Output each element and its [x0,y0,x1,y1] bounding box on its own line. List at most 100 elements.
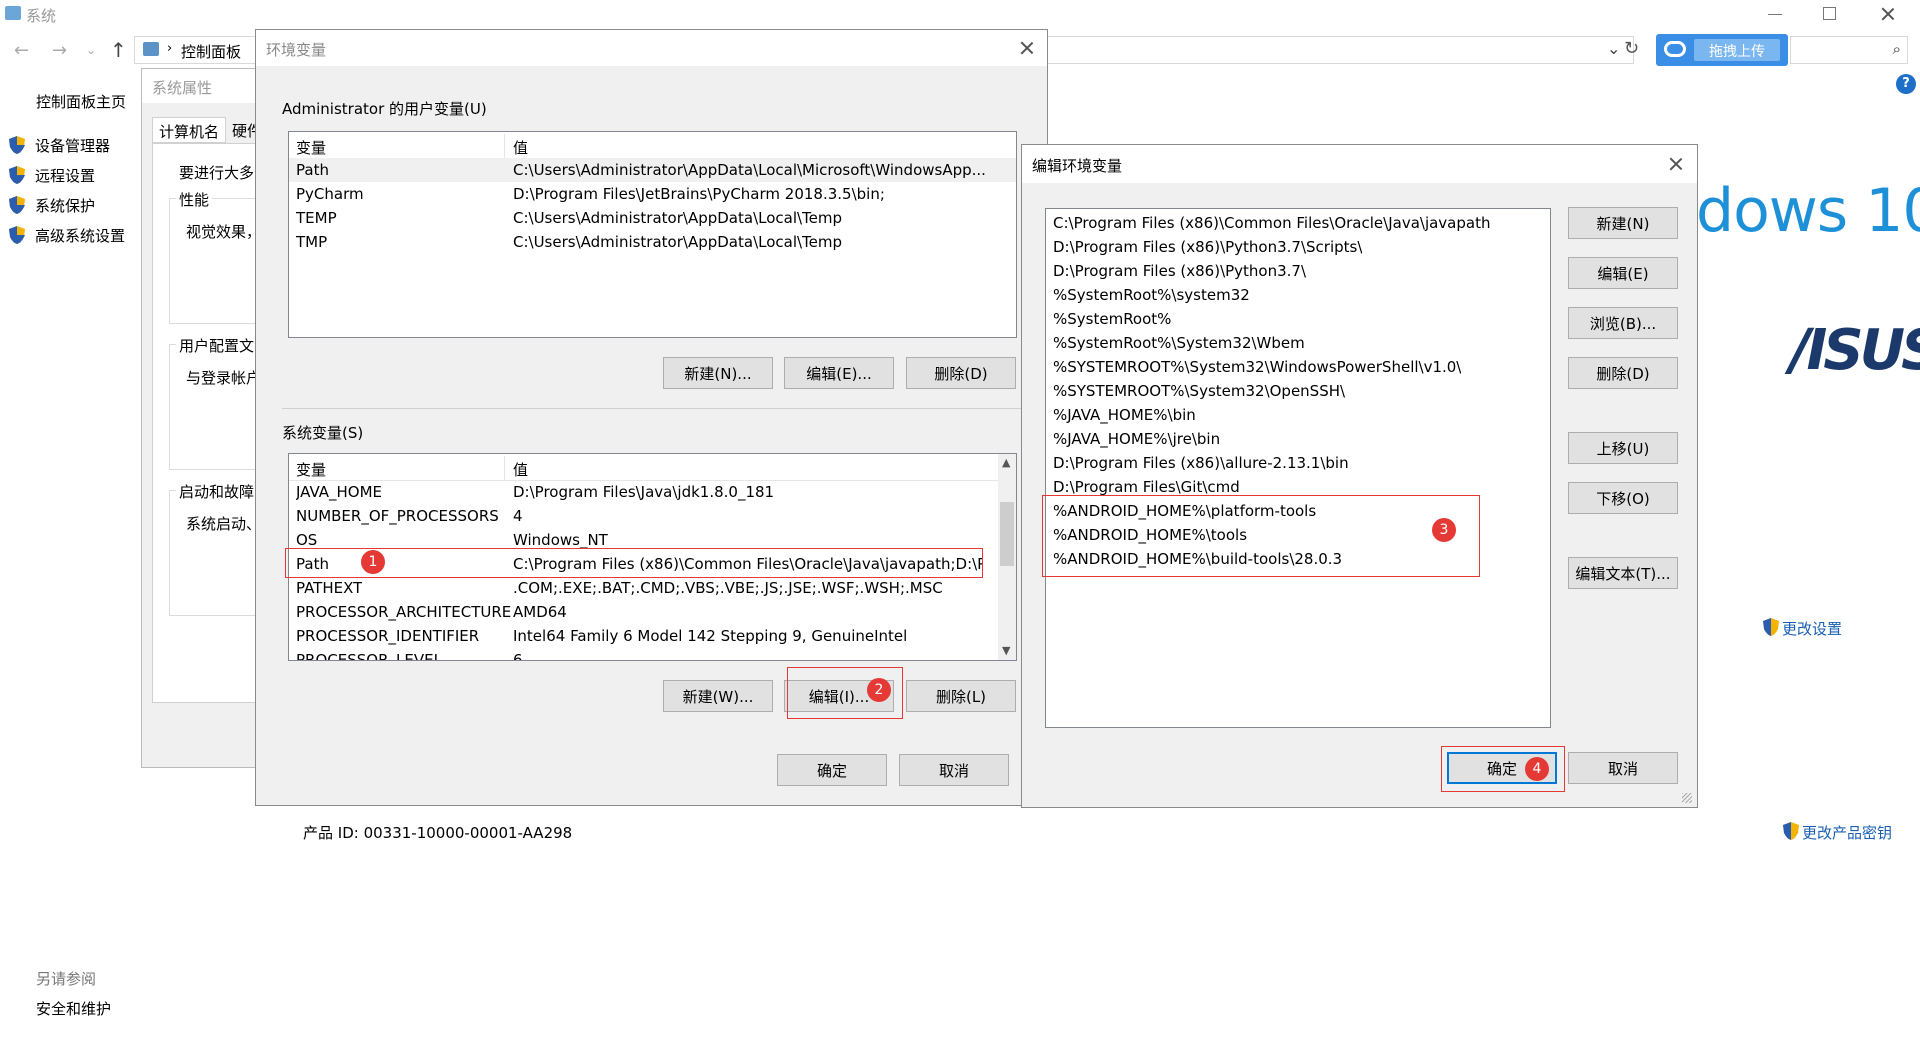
environment-variables-dialog: 环境变量 Administrator 的用户变量(U) 变量 值 Path C:… [255,29,1048,806]
table-row[interactable]: Path C:\Users\Administrator\AppData\Loca… [289,158,1016,182]
scroll-down-icon[interactable]: ▼ [1002,644,1010,657]
control-panel-home-link[interactable]: 控制面板主页 [36,91,126,112]
sidebar-label: 高级系统设置 [35,227,126,245]
var-name: PROCESSOR_IDENTIFIER [296,627,480,645]
editenv-new-button[interactable]: 新建(N) [1568,207,1678,239]
envvars-close-button[interactable] [1019,40,1035,56]
table-row[interactable]: NUMBER_OF_PROCESSORS 4 [289,504,1016,528]
close-window-button[interactable] [1880,6,1896,22]
refresh-icon[interactable]: ↻ [1624,38,1639,59]
col-header-val[interactable]: 值 [513,137,528,158]
list-item[interactable]: %SystemRoot% [1046,307,1550,331]
move-up-button[interactable]: 上移(U) [1568,432,1678,464]
var-name: TEMP [296,209,337,227]
envvars-cancel-button[interactable]: 取消 [899,754,1009,786]
user-delete-button[interactable]: 删除(D) [906,357,1016,389]
path-entry: %SYSTEMROOT%\System32\WindowsPowerShell\… [1053,358,1462,376]
sidebar-item-remote-settings[interactable]: 远程设置 [8,163,138,187]
move-down-button[interactable]: 下移(O) [1568,482,1678,514]
var-name: PROCESSOR_ARCHITECTURE [296,603,512,621]
list-item[interactable]: %SystemRoot%\System32\Wbem [1046,331,1550,355]
scroll-thumb[interactable] [1000,502,1014,566]
list-item[interactable]: C:\Program Files (x86)\Common Files\Orac… [1046,211,1550,235]
breadcrumb-control-panel[interactable]: 控制面板 [181,41,241,62]
sidebar-label: 系统保护 [35,197,96,215]
forward-arrow-icon[interactable]: → [52,40,67,61]
list-item[interactable]: %JAVA_HOME%\jre\bin [1046,427,1550,451]
list-item[interactable]: D:\Program Files (x86)\Python3.7\ [1046,259,1550,283]
help-icon[interactable]: ? [1896,74,1916,94]
shield-icon [9,136,25,154]
editenv-close-button[interactable] [1668,156,1684,172]
restore-button[interactable] [1823,7,1836,20]
change-settings-label: 更改设置 [1782,620,1843,638]
list-item[interactable]: D:\Program Files (x86)\Python3.7\Scripts… [1046,235,1550,259]
table-row[interactable]: PROCESSOR_LEVEL 6 [289,648,1016,660]
col-header-val[interactable]: 值 [513,459,528,480]
shield-icon [1763,618,1779,636]
path-entry: D:\Program Files (x86)\Python3.7\ [1053,262,1307,280]
edit-text-button[interactable]: 编辑文本(T)... [1568,557,1678,589]
address-dropdown-icon[interactable]: ⌄ [1607,39,1620,58]
list-item[interactable]: %JAVA_HOME%\bin [1046,403,1550,427]
col-header-var[interactable]: 变量 [296,137,326,158]
editenv-browse-button[interactable]: 浏览(B)... [1568,307,1678,339]
sys-new-button[interactable]: 新建(W)... [663,680,773,712]
path-entry: D:\Program Files (x86)\allure-2.13.1\bin [1053,454,1349,472]
performance-text: 视觉效果， [186,223,262,241]
sidebar-item-system-protection[interactable]: 系统保护 [8,193,138,217]
table-row[interactable]: PROCESSOR_IDENTIFIER Intel64 Family 6 Mo… [289,624,1016,648]
table-row[interactable]: JAVA_HOME D:\Program Files\Java\jdk1.8.0… [289,480,1016,504]
table-row[interactable]: PATHEXT .COM;.EXE;.BAT;.CMD;.VBS;.VBE;.J… [289,576,1016,600]
resize-grip-icon[interactable] [1682,793,1692,803]
scroll-up-icon[interactable]: ▲ [1002,456,1010,469]
table-row[interactable]: TMP C:\Users\Administrator\AppData\Local… [289,230,1016,254]
user-vars-list[interactable]: 变量 值 Path C:\Users\Administrator\AppData… [288,131,1017,338]
path-entry: D:\Program Files (x86)\Python3.7\Scripts… [1053,238,1363,256]
startup-label: 启动和故障 [176,481,258,502]
list-item[interactable]: %SYSTEMROOT%\System32\WindowsPowerShell\… [1046,355,1550,379]
sys-vars-scrollbar[interactable]: ▲ ▼ [998,454,1016,660]
upload-widget[interactable]: 拖拽上传 [1656,34,1788,66]
table-row[interactable]: TEMP C:\Users\Administrator\AppData\Loca… [289,206,1016,230]
sidebar-label: 设备管理器 [35,137,111,155]
sys-delete-button[interactable]: 删除(L) [906,680,1016,712]
user-new-button[interactable]: 新建(N)... [663,357,773,389]
table-row[interactable]: PROCESSOR_ARCHITECTURE AMD64 [289,600,1016,624]
list-item[interactable]: D:\Program Files (x86)\allure-2.13.1\bin [1046,451,1550,475]
envvars-ok-button[interactable]: 确定 [777,754,887,786]
var-value: Windows_NT [513,531,608,549]
change-settings-link[interactable]: 更改设置 [1762,616,1892,638]
col-header-var[interactable]: 变量 [296,459,326,480]
change-product-key-link[interactable]: 更改产品密钥 [1782,820,1920,842]
var-value: C:\Users\Administrator\AppData\Local\Tem… [513,233,843,251]
editenv-edit-button[interactable]: 编辑(E) [1568,257,1678,289]
startup-text: 系统启动、 [186,515,262,533]
intro-text: 要进行大多 [179,164,255,182]
list-item[interactable]: %SystemRoot%\system32 [1046,283,1550,307]
sys-vars-label: 系统变量(S) [282,424,364,442]
sidebar-item-advanced-settings[interactable]: 高级系统设置 [8,223,138,247]
back-arrow-icon[interactable]: ← [14,40,29,61]
editenv-delete-button[interactable]: 删除(D) [1568,357,1678,389]
section-divider [282,408,1032,409]
list-header: 变量 值 [289,456,1016,481]
up-arrow-icon[interactable]: ↑ [110,38,127,62]
var-name: PyCharm [296,185,364,203]
table-row[interactable]: PyCharm D:\Program Files\JetBrains\PyCha… [289,182,1016,206]
sidebar-item-device-manager[interactable]: 设备管理器 [8,133,138,157]
editenv-cancel-button[interactable]: 取消 [1568,752,1678,784]
list-item[interactable]: %SYSTEMROOT%\System32\OpenSSH\ [1046,379,1550,403]
history-dropdown-icon[interactable]: ⌄ [86,43,96,57]
tab-computer-name[interactable]: 计算机名 [152,117,226,143]
var-value: C:\Users\Administrator\AppData\Local\Tem… [513,209,843,227]
search-box[interactable]: ⌕ [1790,36,1908,64]
user-edit-button[interactable]: 编辑(E)... [784,357,894,389]
window-icon [5,6,21,20]
envvars-titlebar: 环境变量 [256,30,1047,66]
path-entry: %SystemRoot%\system32 [1053,286,1250,304]
path-entries-list[interactable]: C:\Program Files (x86)\Common Files\Orac… [1045,208,1551,728]
minimize-button[interactable] [1768,14,1782,15]
security-maintenance-link[interactable]: 安全和维护 [36,998,111,1019]
shield-icon [9,226,25,244]
